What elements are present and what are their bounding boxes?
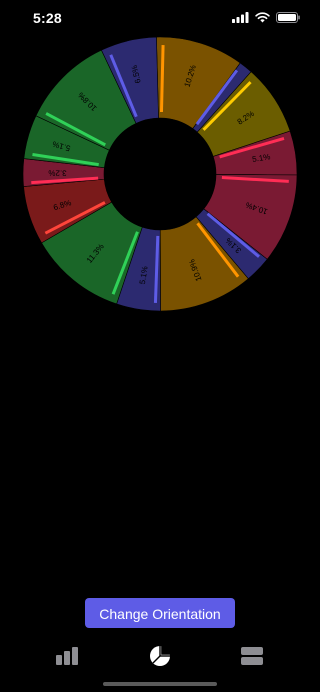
signal-bars-icon — [232, 12, 249, 23]
change-orientation-button[interactable]: Change Orientation — [85, 598, 235, 628]
battery-icon — [276, 12, 300, 23]
home-indicator — [103, 682, 217, 686]
wifi-icon — [255, 12, 270, 23]
status-time: 5:28 — [33, 10, 62, 26]
donut-chart-svg: 10.2%8.2%5.1%10.4%3.1%10.9%5.1%11.3%6.8%… — [22, 36, 298, 312]
tab-pie-chart[interactable] — [138, 642, 182, 670]
donut-hole — [104, 118, 216, 230]
bar-chart-icon — [56, 647, 78, 665]
slice-label: 3.2% — [48, 168, 66, 177]
tab-stacked-rows[interactable] — [230, 642, 274, 670]
tab-bar-chart[interactable] — [46, 642, 90, 670]
donut-chart[interactable]: 10.2% 8.2% 5.1% 10.4% 3.1% 10.9% 5.1% 11.3% 6.8%… — [22, 36, 298, 312]
pie-chart-icon — [150, 645, 171, 666]
donut-slice-accent — [159, 45, 165, 113]
status-icons — [232, 12, 300, 23]
tab-bar — [0, 636, 320, 676]
stacked-rows-icon — [241, 647, 263, 665]
status-bar: 5:28 — [0, 0, 320, 40]
